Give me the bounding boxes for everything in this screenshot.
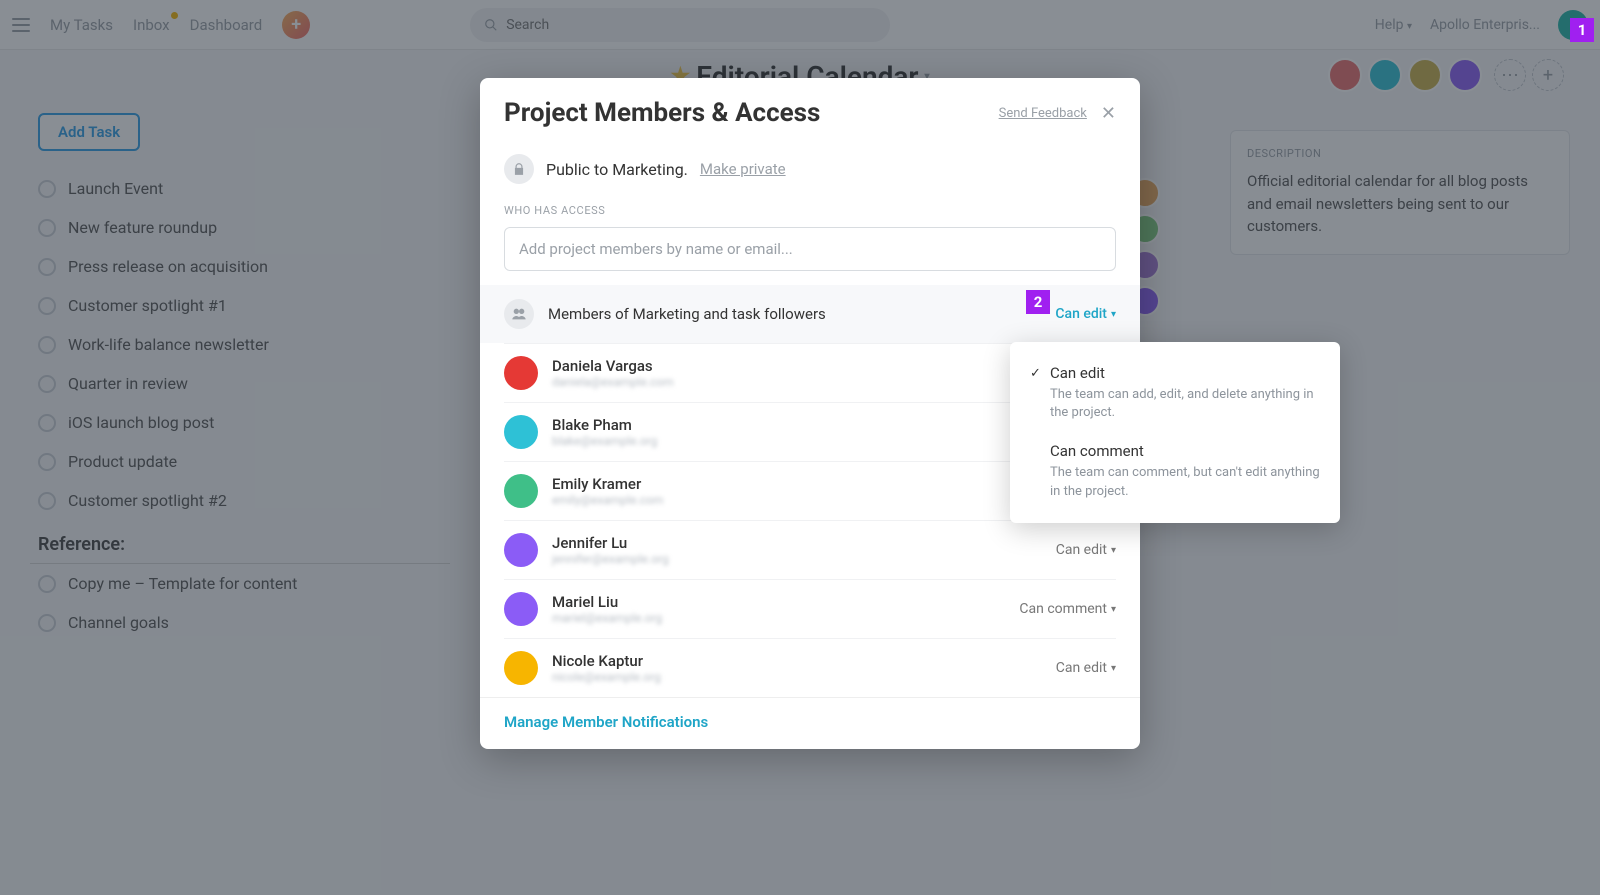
team-label: Members of Marketing and task followers	[548, 305, 826, 323]
privacy-icon	[504, 154, 534, 184]
member-email: mariel@example.org	[552, 611, 662, 625]
annotation-2: 2	[1026, 290, 1050, 314]
modal-title: Project Members & Access	[504, 98, 985, 128]
member-row: Mariel Liumariel@example.org Can comment…	[504, 579, 1116, 638]
access-heading: WHO HAS ACCESS	[504, 204, 1116, 217]
member-avatar	[504, 356, 538, 390]
member-name: Nicole Kaptur	[552, 652, 661, 670]
permission-option-edit[interactable]: ✓Can edit The team can add, edit, and de…	[1010, 354, 1340, 432]
add-member-input[interactable]	[504, 227, 1116, 271]
team-icon	[504, 299, 534, 329]
permission-option-comment[interactable]: Can comment The team can comment, but ca…	[1010, 432, 1340, 510]
check-icon: ✓	[1030, 366, 1044, 381]
member-avatar	[504, 592, 538, 626]
member-name: Daniela Vargas	[552, 357, 674, 375]
member-avatar	[504, 474, 538, 508]
member-name: Emily Kramer	[552, 475, 663, 493]
member-email: jennifer@example.org	[552, 552, 669, 566]
close-icon[interactable]: ✕	[1101, 103, 1116, 124]
member-permission-dropdown[interactable]: Can edit▾	[1056, 542, 1116, 558]
annotation-1: 1	[1570, 18, 1594, 42]
member-email: blake@example.org	[552, 434, 657, 448]
member-permission-dropdown[interactable]: Can comment▾	[1019, 601, 1116, 617]
make-private-link[interactable]: Make private	[700, 160, 786, 178]
member-avatar	[504, 415, 538, 449]
send-feedback-link[interactable]: Send Feedback	[999, 106, 1087, 121]
member-name: Mariel Liu	[552, 593, 662, 611]
member-email: daniela@example.com	[552, 375, 674, 389]
member-avatar	[504, 533, 538, 567]
permission-dropdown: ✓Can edit The team can add, edit, and de…	[1010, 342, 1340, 523]
member-email: nicole@example.org	[552, 670, 661, 684]
option-description: The team can comment, but can't edit any…	[1050, 464, 1320, 500]
member-avatar	[504, 651, 538, 685]
member-row: Nicole Kapturnicole@example.org Can edit…	[504, 638, 1116, 697]
team-permission-dropdown[interactable]: Can edit▾	[1055, 306, 1116, 322]
member-permission-dropdown[interactable]: Can edit▾	[1056, 660, 1116, 676]
member-row: Jennifer Lujennifer@example.org Can edit…	[504, 520, 1116, 579]
member-email: emily@example.com	[552, 493, 663, 507]
member-name: Jennifer Lu	[552, 534, 669, 552]
manage-notifications-link[interactable]: Manage Member Notifications	[504, 713, 708, 731]
privacy-text: Public to Marketing.	[546, 160, 688, 179]
member-name: Blake Pham	[552, 416, 657, 434]
option-description: The team can add, edit, and delete anyth…	[1050, 386, 1320, 422]
